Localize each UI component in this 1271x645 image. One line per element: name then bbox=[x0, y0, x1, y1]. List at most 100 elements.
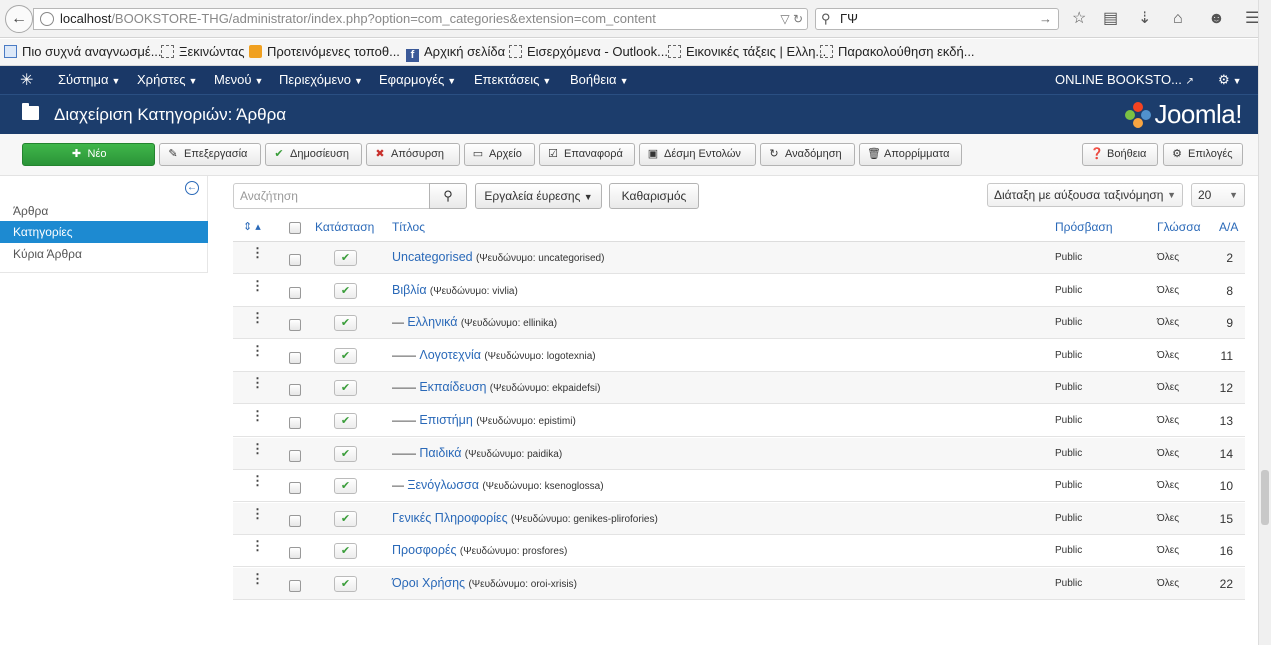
column-id[interactable]: Α/Α bbox=[1219, 220, 1238, 234]
drag-handle-icon[interactable]: ⋮ bbox=[251, 572, 264, 585]
batch-button[interactable]: ▣ Δέσμη Εντολών bbox=[639, 143, 756, 166]
sidebar-item-categories[interactable]: Κατηγορίες bbox=[0, 221, 208, 243]
star-icon[interactable]: ☆ bbox=[1072, 9, 1086, 29]
published-toggle[interactable]: ✔ bbox=[334, 445, 357, 462]
nav-system[interactable]: Σύστημα ▼ bbox=[58, 72, 120, 87]
category-title-link[interactable]: Βιβλία bbox=[392, 283, 427, 297]
published-toggle[interactable]: ✔ bbox=[334, 576, 357, 592]
drag-handle-icon[interactable]: ⋮ bbox=[251, 539, 264, 552]
nav-content[interactable]: Περιεχόμενο ▼ bbox=[279, 72, 363, 87]
category-title-link[interactable]: Εκπαίδευση bbox=[419, 380, 486, 394]
go-arrow-icon[interactable]: → bbox=[1039, 9, 1052, 29]
unpublish-button[interactable]: ✖ Απόσυρση bbox=[366, 143, 460, 166]
bookmark-getting-started[interactable]: Ξεκινώντας bbox=[161, 44, 245, 59]
search-input[interactable]: Αναζήτηση bbox=[233, 183, 430, 209]
drag-handle-icon[interactable]: ⋮ bbox=[251, 246, 264, 259]
edit-button[interactable]: ✎ Επεξεργασία bbox=[159, 143, 261, 166]
row-checkbox[interactable] bbox=[289, 482, 301, 495]
download-icon[interactable]: ⇣ bbox=[1138, 9, 1151, 29]
drag-handle-icon[interactable]: ⋮ bbox=[251, 474, 264, 487]
joomla-icon[interactable]: ✳ bbox=[20, 70, 33, 90]
nav-components[interactable]: Εφαρμογές ▼ bbox=[379, 72, 456, 87]
drag-handle-icon[interactable]: ⋮ bbox=[251, 409, 264, 422]
scrollbar-thumb[interactable] bbox=[1261, 470, 1269, 525]
row-checkbox[interactable] bbox=[289, 384, 301, 397]
limit-select[interactable]: 20 ▼ bbox=[1191, 183, 1245, 207]
nav-help[interactable]: Βοήθεια ▼ bbox=[570, 72, 628, 87]
published-toggle[interactable]: ✔ bbox=[334, 478, 357, 495]
drag-handle-icon[interactable]: ⋮ bbox=[251, 344, 264, 357]
row-checkbox[interactable] bbox=[289, 286, 301, 299]
category-title-link[interactable]: Ελληνικά bbox=[407, 315, 457, 329]
ordering-select[interactable]: Διάταξη με αύξουσα ταξινόμηση ▼ bbox=[987, 183, 1183, 207]
help-button[interactable]: ❓ Βοήθεια bbox=[1082, 143, 1158, 166]
row-checkbox[interactable] bbox=[289, 254, 301, 266]
ordering-sort-icon[interactable]: ⇕ ▴ bbox=[243, 220, 261, 233]
rebuild-button[interactable]: ↻ Αναδόμηση bbox=[760, 143, 855, 166]
category-title-link[interactable]: Λογοτεχνία bbox=[419, 348, 481, 362]
nav-menus[interactable]: Μενού ▼ bbox=[214, 72, 263, 87]
drag-handle-icon[interactable]: ⋮ bbox=[251, 442, 264, 455]
search-tools-button[interactable]: Εργαλεία έυρεσης ▼ bbox=[475, 183, 602, 209]
reading-list-icon[interactable]: ▤ bbox=[1103, 9, 1118, 29]
row-checkbox[interactable] bbox=[289, 351, 301, 364]
bookmark-suggested-sites[interactable]: Προτεινόμενες τοποθ... bbox=[249, 44, 400, 59]
category-title-link[interactable]: Παιδικά bbox=[419, 446, 461, 460]
bookmark-virtual-classes[interactable]: Εικονικές τάξεις | Ελλη... bbox=[668, 44, 826, 59]
sidebar-item-articles[interactable]: Άρθρα bbox=[0, 200, 208, 222]
column-title[interactable]: Τίτλος bbox=[392, 220, 425, 234]
category-title-link[interactable]: Ξενόγλωσσα bbox=[407, 478, 479, 492]
category-title-link[interactable]: Uncategorised bbox=[392, 250, 473, 264]
category-title-link[interactable]: Γενικές Πληροφορίες bbox=[392, 511, 508, 525]
archive-button[interactable]: ▭ Αρχείο bbox=[464, 143, 535, 166]
reload-icon[interactable]: ▽ ↻ bbox=[780, 9, 803, 29]
published-toggle[interactable]: ✔ bbox=[334, 250, 357, 266]
row-checkbox[interactable] bbox=[289, 580, 301, 592]
browser-search-input[interactable]: ⚲ ΓΨ → bbox=[815, 8, 1059, 30]
select-all-checkbox[interactable] bbox=[289, 222, 301, 234]
column-status[interactable]: Κατάσταση bbox=[315, 220, 374, 234]
row-checkbox[interactable] bbox=[289, 449, 301, 462]
bookmark-home-page[interactable]: f Αρχική σελίδα bbox=[406, 44, 505, 62]
chat-icon[interactable]: ☻ bbox=[1208, 9, 1225, 29]
trash-button[interactable]: 🗑 Απορρίμματα bbox=[859, 143, 962, 166]
clear-button[interactable]: Καθαρισμός bbox=[609, 183, 699, 209]
published-toggle[interactable]: ✔ bbox=[334, 347, 357, 364]
category-title-link[interactable]: Προσφορές bbox=[392, 543, 457, 557]
published-toggle[interactable]: ✔ bbox=[334, 510, 357, 527]
bookmark-most-visited[interactable]: Πιο συχνά αναγνωσμέ... bbox=[4, 44, 162, 59]
sidebar-item-featured[interactable]: Κύρια Άρθρα bbox=[0, 243, 208, 265]
published-toggle[interactable]: ✔ bbox=[334, 543, 357, 560]
drag-handle-icon[interactable]: ⋮ bbox=[251, 507, 264, 520]
drag-handle-icon[interactable]: ⋮ bbox=[251, 311, 264, 324]
address-bar[interactable]: localhost/BOOKSTORE-THG/administrator/in… bbox=[33, 8, 808, 30]
bookmark-tracking[interactable]: Παρακολούθηση εκδή... bbox=[820, 44, 975, 59]
published-toggle[interactable]: ✔ bbox=[334, 282, 357, 299]
row-checkbox[interactable] bbox=[289, 417, 301, 429]
row-checkbox[interactable] bbox=[289, 547, 301, 560]
column-language[interactable]: Γλώσσα bbox=[1157, 220, 1201, 234]
bookmark-outlook[interactable]: Εισερχόμενα - Outlook... bbox=[509, 44, 668, 59]
options-button[interactable]: ⚙ Επιλογές bbox=[1163, 143, 1243, 166]
publish-button[interactable]: ✔ Δημοσίευση bbox=[265, 143, 362, 166]
row-checkbox[interactable] bbox=[289, 319, 301, 332]
published-toggle[interactable]: ✔ bbox=[334, 413, 357, 429]
drag-handle-icon[interactable]: ⋮ bbox=[251, 376, 264, 389]
row-checkbox[interactable] bbox=[289, 514, 301, 527]
collapse-sidebar-icon[interactable]: ← bbox=[185, 181, 199, 195]
home-icon[interactable]: ⌂ bbox=[1173, 9, 1183, 29]
user-settings-menu[interactable]: ⚙ ▼ bbox=[1218, 72, 1242, 88]
new-button[interactable]: ✚ Νέο bbox=[22, 143, 155, 166]
site-link[interactable]: ONLINE BOOKSTO... ↗ bbox=[1055, 72, 1194, 87]
search-button[interactable]: ⚲ bbox=[429, 183, 467, 209]
category-title-link[interactable]: Επιστήμη bbox=[419, 413, 473, 427]
checkin-button[interactable]: ☑ Επαναφορά bbox=[539, 143, 635, 166]
back-button[interactable]: ← bbox=[5, 5, 33, 33]
drag-handle-icon[interactable]: ⋮ bbox=[251, 279, 264, 292]
page-scrollbar[interactable] bbox=[1258, 0, 1271, 645]
category-title-link[interactable]: Όροι Χρήσης bbox=[392, 576, 465, 590]
nav-extensions[interactable]: Επεκτάσεις ▼ bbox=[474, 72, 551, 87]
published-toggle[interactable]: ✔ bbox=[334, 380, 357, 397]
nav-users[interactable]: Χρήστες ▼ bbox=[137, 72, 197, 87]
column-access[interactable]: Πρόσβαση bbox=[1055, 220, 1113, 234]
